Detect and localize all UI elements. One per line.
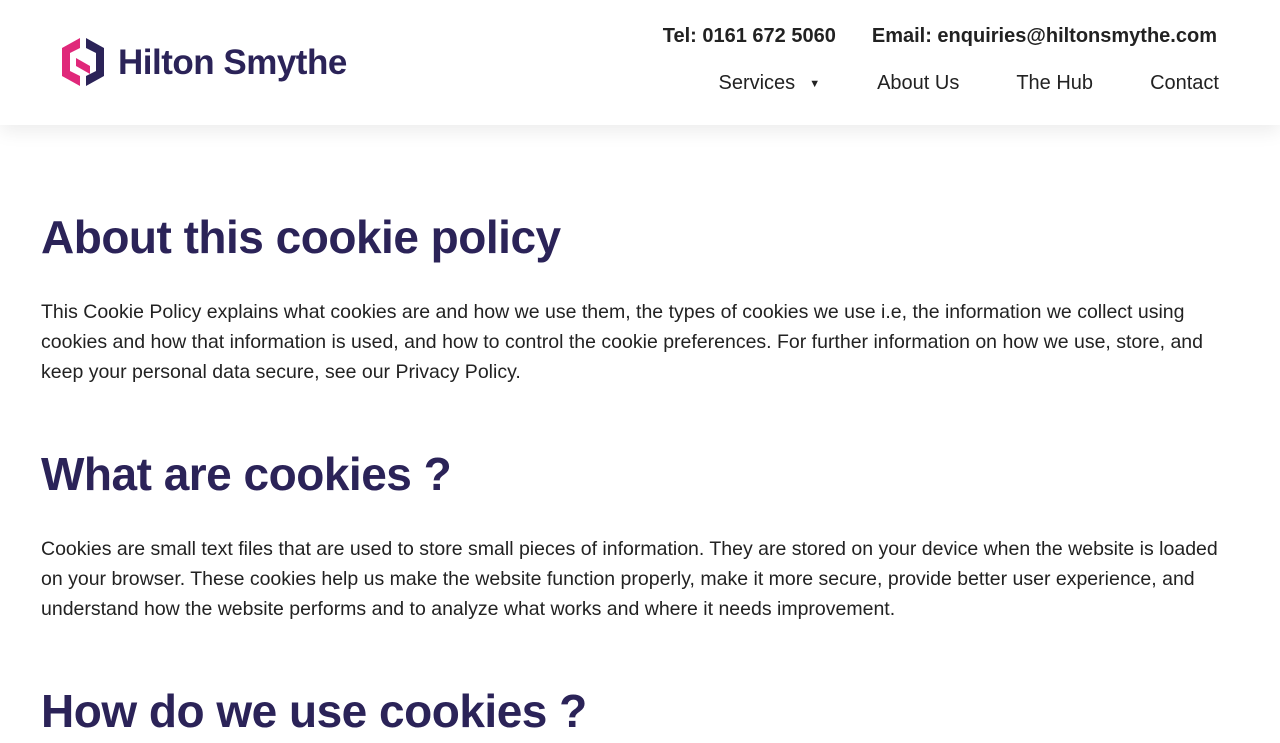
section-what-are-cookies: What are cookies ? Cookies are small tex…	[41, 442, 1221, 624]
section-heading: What are cookies ?	[41, 448, 452, 500]
main-content: About this cookie policy This Cookie Pol…	[41, 205, 1221, 743]
section-how-we-use-cookies: How do we use cookies ?	[41, 679, 1221, 743]
nav-item-label: The Hub	[1016, 72, 1094, 94]
section-paragraph: Cookies are small text files that are us…	[41, 538, 1218, 620]
nav-item-contact[interactable]: Contact	[1150, 72, 1219, 95]
section-heading: About this cookie policy	[41, 211, 561, 263]
phone-link[interactable]: Tel: 0161 672 5060	[663, 25, 836, 48]
section-heading: How do we use cookies ?	[41, 685, 587, 737]
main-nav: Services ▼ About Us The Hub Contact	[718, 72, 1219, 95]
site-header: Hilton Smythe Tel: 0161 672 5060 Email: …	[0, 0, 1280, 125]
nav-item-services[interactable]: Services ▼	[718, 72, 820, 95]
caret-down-icon: ▼	[809, 77, 821, 90]
nav-item-about-us[interactable]: About Us	[877, 72, 959, 95]
nav-item-the-hub[interactable]: The Hub	[1016, 72, 1093, 95]
nav-item-label: Contact	[1150, 72, 1219, 94]
contact-bar: Tel: 0161 672 5060 Email: enquiries@hilt…	[663, 25, 1217, 48]
nav-item-label: Services	[718, 72, 796, 94]
logo[interactable]: Hilton Smythe	[58, 34, 347, 90]
logo-hexagon-icon	[62, 38, 104, 86]
logo-text: Hilton Smythe	[118, 42, 347, 82]
nav-item-label: About Us	[877, 72, 960, 94]
section-paragraph: This Cookie Policy explains what cookies…	[41, 301, 1203, 383]
section-about-cookie-policy: About this cookie policy This Cookie Pol…	[41, 205, 1221, 387]
email-link[interactable]: Email: enquiries@hiltonsmythe.com	[872, 25, 1217, 48]
